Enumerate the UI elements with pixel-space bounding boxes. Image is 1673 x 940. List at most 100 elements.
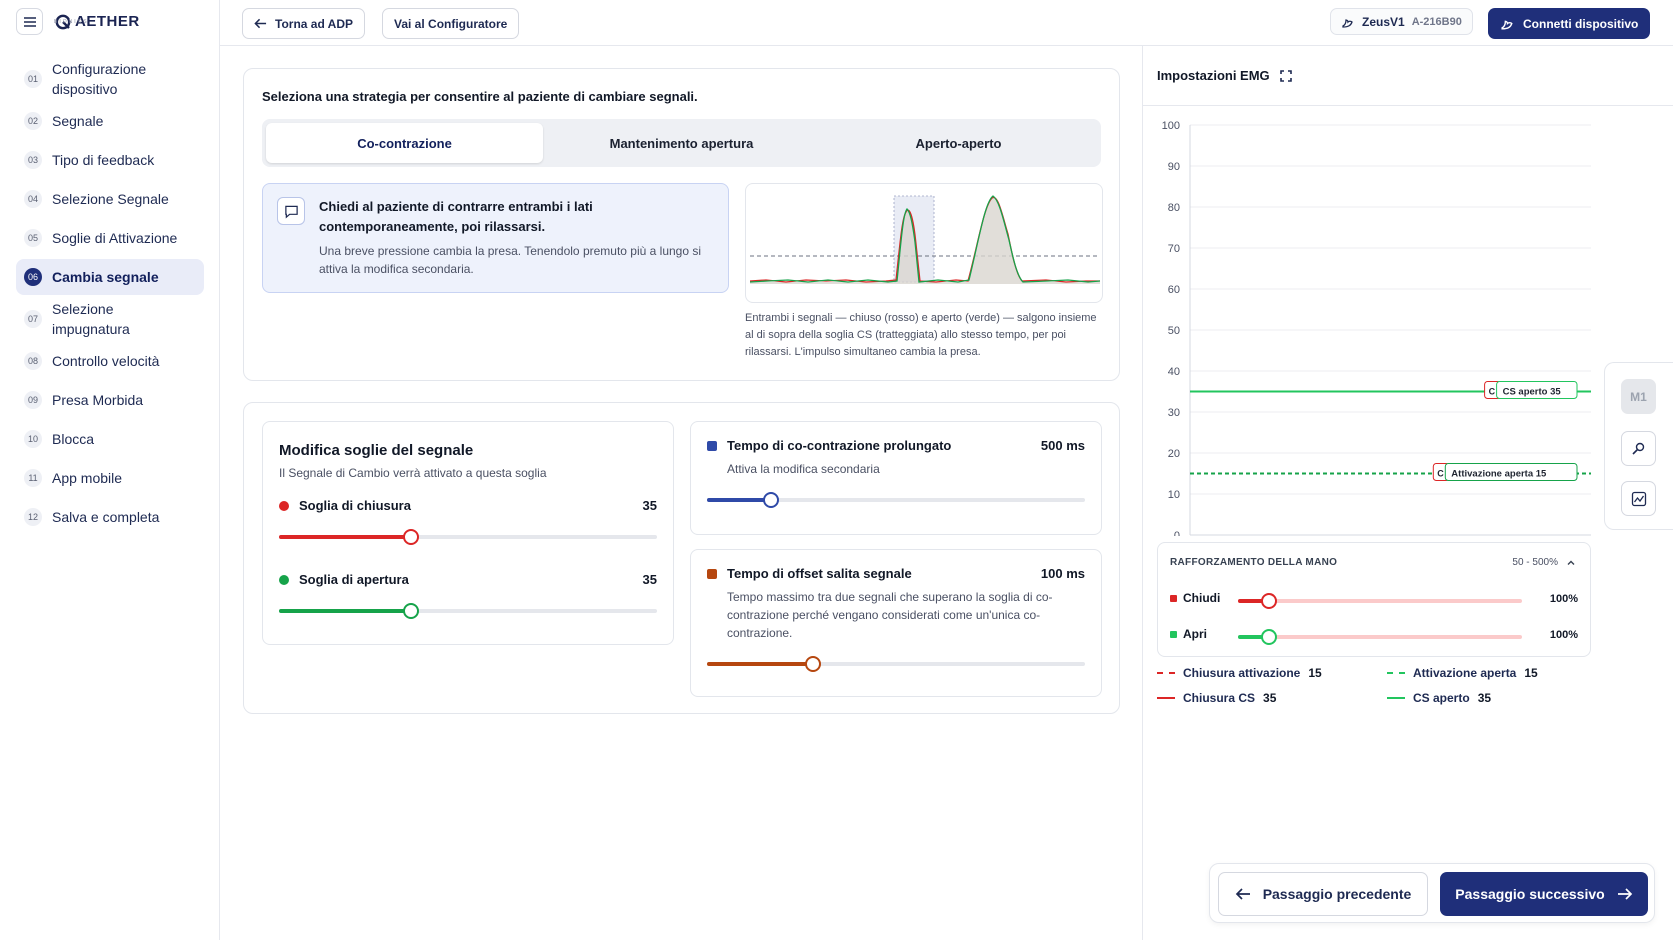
top-bar: Torna ad ADP Vai al Configuratore ZeusV1…: [220, 0, 1673, 46]
threshold-tag-label: CS aperto 35: [1503, 387, 1562, 398]
sidebar-item[interactable]: 12 Salva e completa: [16, 499, 204, 535]
legend-line: [1157, 672, 1175, 674]
chart-view-button[interactable]: [1621, 481, 1656, 516]
close-dot: [279, 500, 289, 511]
step-number: 04: [24, 190, 42, 208]
offset-slider-handle[interactable]: [804, 656, 821, 672]
emg-header: Impostazioni EMG: [1143, 46, 1673, 106]
tab-hold-open[interactable]: Mantenimento apertura: [543, 123, 820, 163]
next-step-button[interactable]: Passaggio successivo: [1440, 872, 1648, 916]
close-threshold-text: Soglia di chiusura: [299, 498, 411, 513]
sidebar-item[interactable]: 11 App mobile: [16, 460, 204, 496]
reinforcement-range[interactable]: 50 - 500%: [1512, 557, 1576, 568]
legend-label: CS aperto: [1413, 691, 1470, 705]
y-tick-label: 100: [1162, 120, 1180, 132]
m1-button[interactable]: M1: [1621, 379, 1656, 414]
emg-title: Impostazioni EMG: [1157, 68, 1292, 83]
co-contraction-title: Tempo di co-contrazione prolungato: [707, 438, 951, 453]
emg-chart: 1009080706050403020100C CS aperto 35C Atti…: [1162, 120, 1591, 536]
legend-label: Chiusura attivazione: [1183, 666, 1301, 680]
arrow-left-icon: [1235, 888, 1250, 900]
tab-open-open[interactable]: Aperto-aperto: [820, 123, 1097, 163]
reinforcement-close-slider[interactable]: [1238, 593, 1522, 609]
close-threshold-slider[interactable]: [279, 529, 657, 545]
close-color: [1170, 594, 1177, 602]
step-number: 09: [24, 391, 42, 409]
co-contraction-slider-handle[interactable]: [763, 492, 780, 508]
sidebar-item[interactable]: 09 Presa Morbida: [16, 382, 204, 418]
instruction-text: Una breve pressione cambia la presa. Ten…: [319, 244, 702, 276]
offset-title: Tempo di offset salita segnale: [707, 566, 912, 581]
open-threshold-slider[interactable]: [279, 603, 657, 619]
co-contraction-slider-fill: [707, 498, 772, 502]
sidebar-item[interactable]: 07 Selezione impugnatura: [16, 298, 204, 340]
legend-value: 35: [1263, 691, 1277, 705]
illustration-caption: Entrambi i segnali — chiuso (rosso) e ap…: [745, 312, 1097, 358]
step-label: Blocca: [52, 431, 95, 447]
open-color: [1170, 630, 1177, 638]
sidebar-item[interactable]: 01 Configurazione dispositivo: [16, 58, 204, 100]
step-number: 08: [24, 352, 42, 370]
y-tick-label: 50: [1168, 325, 1180, 337]
sidebar-item[interactable]: 03 Tipo di feedback: [16, 142, 204, 178]
step-label: Salva e completa: [52, 509, 160, 525]
sidebar: AETHER BIONICS 01 Configurazione disposit…: [0, 0, 220, 940]
sidebar-item[interactable]: 02 Segnale: [16, 103, 204, 139]
hand-icon: [1342, 18, 1353, 28]
reinforcement-open-handle[interactable]: [1261, 629, 1278, 645]
connect-device-button[interactable]: Connetti dispositivo: [1488, 8, 1651, 39]
co-contraction-color: [707, 440, 717, 451]
threshold-tag-stub-label: C: [1489, 387, 1496, 397]
sidebar-item[interactable]: 08 Controllo velocità: [16, 343, 204, 379]
open-slider-handle[interactable]: [403, 603, 420, 619]
co-contraction-value: 500 ms: [1040, 438, 1085, 453]
co-contraction-time-card: Tempo di co-contrazione prolungato 500 m…: [690, 421, 1102, 535]
signal-threshold-card: Modifica soglie del segnale Il Segnale d…: [262, 421, 674, 645]
expand-icon[interactable]: [1279, 69, 1292, 82]
emg-panel: Impostazioni EMG 100 90 80 70 60 50 40 30 20 10 0 C…: [1142, 46, 1673, 940]
back-to-adp-button[interactable]: Torna ad ADP: [242, 8, 366, 39]
reinforcement-title: RAFFORZAMENTO DELLA MANO: [1170, 557, 1338, 568]
configurator-button[interactable]: Vai al Configuratore: [382, 8, 520, 39]
y-tick-label: 40: [1168, 366, 1180, 378]
strategy-tabs: Co-contrazione Mantenimento apertura Ape…: [262, 119, 1101, 167]
previous-step-label: Passaggio precedente: [1262, 886, 1412, 902]
offset-slider[interactable]: [707, 656, 1085, 672]
previous-step-button[interactable]: Passaggio precedente: [1218, 872, 1428, 916]
menu-button[interactable]: [16, 8, 43, 35]
legend-open-activation: Attivazione aperta 15: [1387, 666, 1538, 680]
sidebar-item[interactable]: 06 Cambia segnale: [16, 259, 204, 295]
sidebar-item[interactable]: 04 Selezione Segnale: [16, 181, 204, 217]
legend-value: 15: [1308, 666, 1322, 680]
offset-time-card: Tempo di offset salita segnale 100 ms Te…: [690, 549, 1102, 697]
message-icon: [277, 197, 305, 225]
reinforcement-open-slider[interactable]: [1238, 629, 1522, 645]
offset-slider-fill: [707, 662, 813, 666]
step-label: Tipo di feedback: [52, 152, 155, 168]
y-tick-label: 80: [1168, 202, 1180, 214]
step-number: 12: [24, 508, 42, 526]
step-label: Segnale: [52, 113, 104, 129]
close-slider-handle[interactable]: [403, 529, 420, 545]
device-chip[interactable]: ZeusV1 A-216B90: [1330, 8, 1473, 35]
legend-close-activation: Chiusura attivazione 15: [1157, 666, 1322, 680]
emg-title-text: Impostazioni EMG: [1157, 68, 1270, 83]
y-tick-label: 20: [1168, 448, 1180, 460]
close-slider-fill: [279, 535, 412, 539]
legend-line: [1387, 697, 1405, 699]
reinforcement-open-text: Apri: [1183, 627, 1207, 641]
sidebar-item[interactable]: 05 Soglie di Attivazione: [16, 220, 204, 256]
sidebar-item[interactable]: 10 Blocca: [16, 421, 204, 457]
co-contraction-slider[interactable]: [707, 492, 1085, 508]
threshold-tag-label: Attivazione aperta 15: [1451, 469, 1547, 480]
threshold-settings-card: Modifica soglie del segnale Il Segnale d…: [243, 402, 1120, 714]
reinforcement-close-handle[interactable]: [1261, 593, 1278, 609]
y-tick-label: 0: [1174, 530, 1180, 536]
step-number: 06: [24, 268, 42, 286]
strategy-card: Seleziona una strategia per consentire a…: [243, 68, 1120, 381]
tab-co-contraction[interactable]: Co-contrazione: [266, 123, 543, 163]
co-contraction-title-text: Tempo di co-contrazione prolungato: [727, 438, 952, 453]
chevron-up-icon: [1567, 560, 1575, 565]
reinforcement-open-value: 100%: [1549, 629, 1578, 641]
calibrate-button[interactable]: [1621, 431, 1656, 466]
